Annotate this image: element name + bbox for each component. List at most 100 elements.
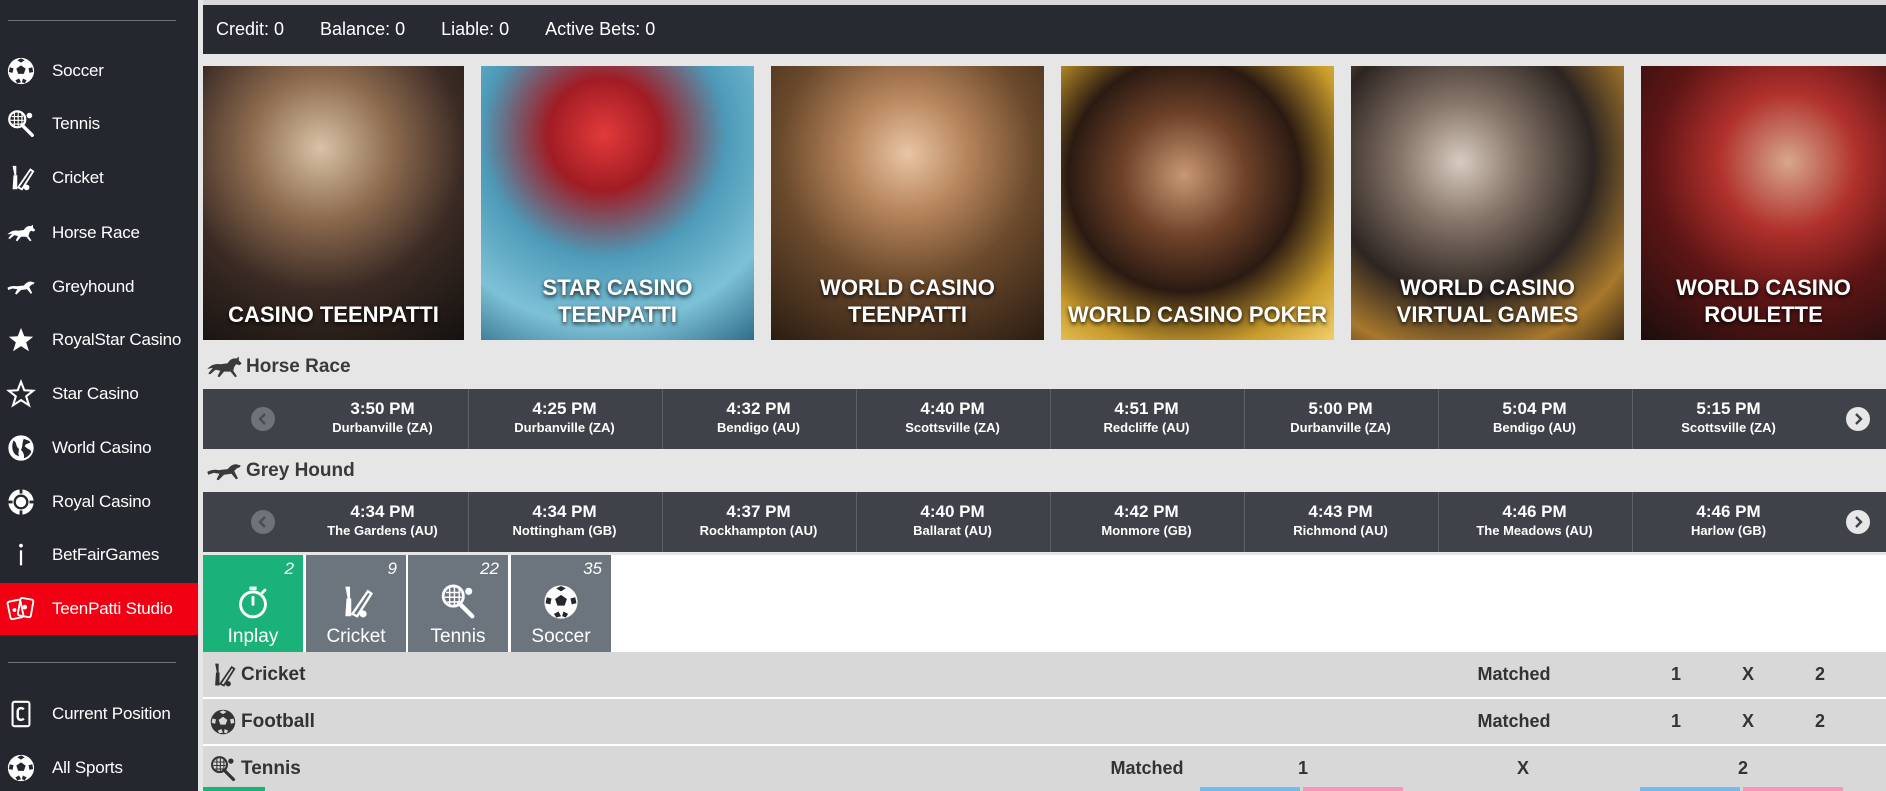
race-slot[interactable]: 4:51 PM Redcliffe (AU) bbox=[1050, 389, 1243, 449]
horse-race-bar: 3:50 PM Durbanville (ZA) 4:25 PM Durbanvil… bbox=[203, 389, 1886, 449]
market-row-football[interactable]: Football Matched 1 X 2 bbox=[203, 699, 1886, 744]
banner-world-casino-teenpatti[interactable]: WORLD CASINO TEENPATTI bbox=[771, 66, 1044, 340]
tab-count: 22 bbox=[480, 559, 499, 578]
race-venue: Rockhampton (AU) bbox=[699, 523, 818, 538]
sidebar-item-label: RoyalStar Casino bbox=[52, 330, 182, 349]
race-slot[interactable]: 4:40 PM Scottsville (ZA) bbox=[856, 389, 1049, 449]
grey-hound-prev-button[interactable] bbox=[251, 510, 275, 534]
sidebar-item-star-casino[interactable]: Star Casino bbox=[0, 368, 198, 420]
sidebar-item-cricket[interactable]: Cricket bbox=[0, 152, 198, 204]
horse-icon bbox=[207, 356, 242, 378]
sidebar-item-royalstar-casino[interactable]: RoyalStar Casino bbox=[0, 314, 198, 366]
sidebar-item-tennis[interactable]: Tennis bbox=[0, 98, 198, 150]
race-venue: Redcliffe (AU) bbox=[1103, 420, 1190, 435]
sidebar-item-royal-casino[interactable]: Royal Casino bbox=[0, 476, 198, 528]
race-slot[interactable]: 5:00 PM Durbanville (ZA) bbox=[1244, 389, 1437, 449]
race-slot[interactable]: 4:46 PM Harlow (GB) bbox=[1632, 492, 1825, 552]
matched-header: Matched bbox=[1110, 758, 1184, 778]
race-time: 4:42 PM bbox=[1114, 502, 1179, 521]
chevron-left-icon bbox=[257, 413, 269, 425]
sidebar-item-label: Horse Race bbox=[52, 223, 140, 242]
race-time: 4:46 PM bbox=[1696, 502, 1761, 521]
col-x-header: X bbox=[1516, 758, 1530, 778]
grey-hound-title: Grey Hound bbox=[246, 460, 355, 481]
banner-star-casino-teenpatti[interactable]: STAR CASINO TEENPATTI bbox=[481, 66, 754, 340]
horse-race-next-button[interactable] bbox=[1846, 407, 1870, 431]
race-venue: Bendigo (AU) bbox=[716, 420, 801, 435]
credit-value: Credit: 0 bbox=[216, 19, 285, 39]
race-venue: Durbanville (ZA) bbox=[332, 420, 433, 435]
race-slot[interactable]: 4:46 PM The Meadows (AU) bbox=[1438, 492, 1631, 552]
race-slot[interactable]: 4:40 PM Ballarat (AU) bbox=[856, 492, 1049, 552]
sidebar-item-greyhound[interactable]: Greyhound bbox=[0, 261, 198, 313]
grey-hound-bar: 4:34 PM The Gardens (AU) 4:34 PM Nottingha… bbox=[203, 492, 1886, 552]
race-venue: Scottsville (ZA) bbox=[1681, 420, 1776, 435]
race-slot[interactable]: 4:34 PM The Gardens (AU) bbox=[286, 492, 479, 552]
sidebar-divider bbox=[8, 20, 176, 21]
race-venue: The Meadows (AU) bbox=[1476, 523, 1593, 538]
odds-cell-hint bbox=[1640, 787, 1740, 791]
sidebar-item-current-position[interactable]: Current Position bbox=[0, 688, 198, 740]
horse-race-prev-button[interactable] bbox=[251, 407, 275, 431]
race-slot[interactable]: 5:15 PM Scottsville (ZA) bbox=[1632, 389, 1825, 449]
race-slot[interactable]: 4:43 PM Richmond (AU) bbox=[1244, 492, 1437, 552]
col-1-header: 1 bbox=[1670, 711, 1682, 731]
tab-label: Cricket bbox=[326, 626, 386, 647]
soccer-ball-icon bbox=[4, 54, 38, 88]
market-row-label: Cricket bbox=[241, 664, 306, 685]
banner-title: STAR CASINO TEENPATTI bbox=[542, 275, 693, 327]
sidebar-item-label: Greyhound bbox=[52, 277, 135, 296]
race-slot[interactable]: 4:25 PM Durbanville (ZA) bbox=[468, 389, 661, 449]
tennis-racket-icon bbox=[4, 107, 38, 141]
race-time: 4:40 PM bbox=[920, 502, 985, 521]
chevron-right-icon bbox=[1852, 516, 1864, 528]
playing-cards-icon bbox=[4, 592, 38, 626]
sidebar-item-label: Star Casino bbox=[52, 384, 139, 403]
sidebar-item-label: BetFairGames bbox=[52, 545, 160, 564]
race-slot[interactable]: 3:50 PM Durbanville (ZA) bbox=[286, 389, 479, 449]
race-slot[interactable]: 4:37 PM Rockhampton (AU) bbox=[662, 492, 855, 552]
cricket-bat-icon bbox=[337, 583, 375, 621]
banner-title: CASINO TEENPATTI bbox=[228, 302, 439, 327]
sidebar-item-label: TeenPatti Studio bbox=[52, 599, 173, 618]
sidebar-item-horse-race[interactable]: Horse Race bbox=[0, 207, 198, 259]
sidebar-item-soccer[interactable]: Soccer bbox=[0, 45, 198, 97]
market-row-cricket[interactable]: Cricket Matched 1 X 2 bbox=[203, 652, 1886, 697]
col-x-header: X bbox=[1741, 711, 1755, 731]
grey-hound-next-button[interactable] bbox=[1846, 510, 1870, 534]
race-slot[interactable]: 5:04 PM Bendigo (AU) bbox=[1438, 389, 1631, 449]
sidebar-item-all-sports[interactable]: All Sports bbox=[0, 742, 198, 791]
race-slot[interactable]: 4:32 PM Bendigo (AU) bbox=[662, 389, 855, 449]
globe-icon bbox=[4, 431, 38, 465]
casino-banners: CASINO TEENPATTI STAR CASINO TEENPATTI W… bbox=[203, 66, 1886, 340]
banner-world-casino-virtual-games[interactable]: WORLD CASINO VIRTUAL GAMES bbox=[1351, 66, 1624, 340]
race-venue: Nottingham (GB) bbox=[512, 523, 617, 538]
sidebar-item-label: Cricket bbox=[52, 168, 104, 187]
banner-world-casino-poker[interactable]: WORLD CASINO POKER bbox=[1061, 66, 1334, 340]
race-time: 5:04 PM bbox=[1502, 399, 1567, 418]
greyhound-icon bbox=[207, 464, 241, 481]
horse-race-title: Horse Race bbox=[246, 356, 351, 377]
race-slot[interactable]: 4:34 PM Nottingham (GB) bbox=[468, 492, 661, 552]
banner-image bbox=[1061, 66, 1334, 340]
sidebar-item-label: Tennis bbox=[52, 114, 100, 133]
banner-world-casino-roulette[interactable]: WORLD CASINO ROULETTE bbox=[1641, 66, 1886, 340]
sidebar-item-betfairgames[interactable]: BetFairGames bbox=[0, 529, 198, 581]
tab-inplay[interactable]: 2 Inplay bbox=[203, 555, 303, 652]
stopwatch-icon bbox=[234, 583, 272, 621]
col-2-header: 2 bbox=[1814, 711, 1826, 731]
race-time: 4:40 PM bbox=[920, 399, 985, 418]
sidebar-item-teenpatti-studio[interactable]: TeenPatti Studio bbox=[0, 583, 198, 635]
sidebar-item-world-casino[interactable]: World Casino bbox=[0, 422, 198, 474]
tab-label: Inplay bbox=[227, 626, 279, 647]
banner-casino-teenpatti[interactable]: CASINO TEENPATTI bbox=[203, 66, 464, 340]
tab-soccer[interactable]: 35 Soccer bbox=[511, 555, 611, 652]
tab-cricket[interactable]: 9 Cricket bbox=[306, 555, 406, 652]
market-row-tennis[interactable]: Tennis Matched 1 X 2 bbox=[203, 746, 1886, 791]
race-slot[interactable]: 4:42 PM Monmore (GB) bbox=[1050, 492, 1243, 552]
tab-tennis[interactable]: 22 Tennis bbox=[408, 555, 508, 652]
tennis-racket-icon bbox=[439, 583, 477, 621]
market-row-label: Tennis bbox=[241, 758, 301, 779]
odds-cell-hint bbox=[1303, 787, 1403, 791]
account-stats-bar: Credit: 0 Balance: 0 Liable: 0 Active Be… bbox=[203, 5, 1886, 54]
